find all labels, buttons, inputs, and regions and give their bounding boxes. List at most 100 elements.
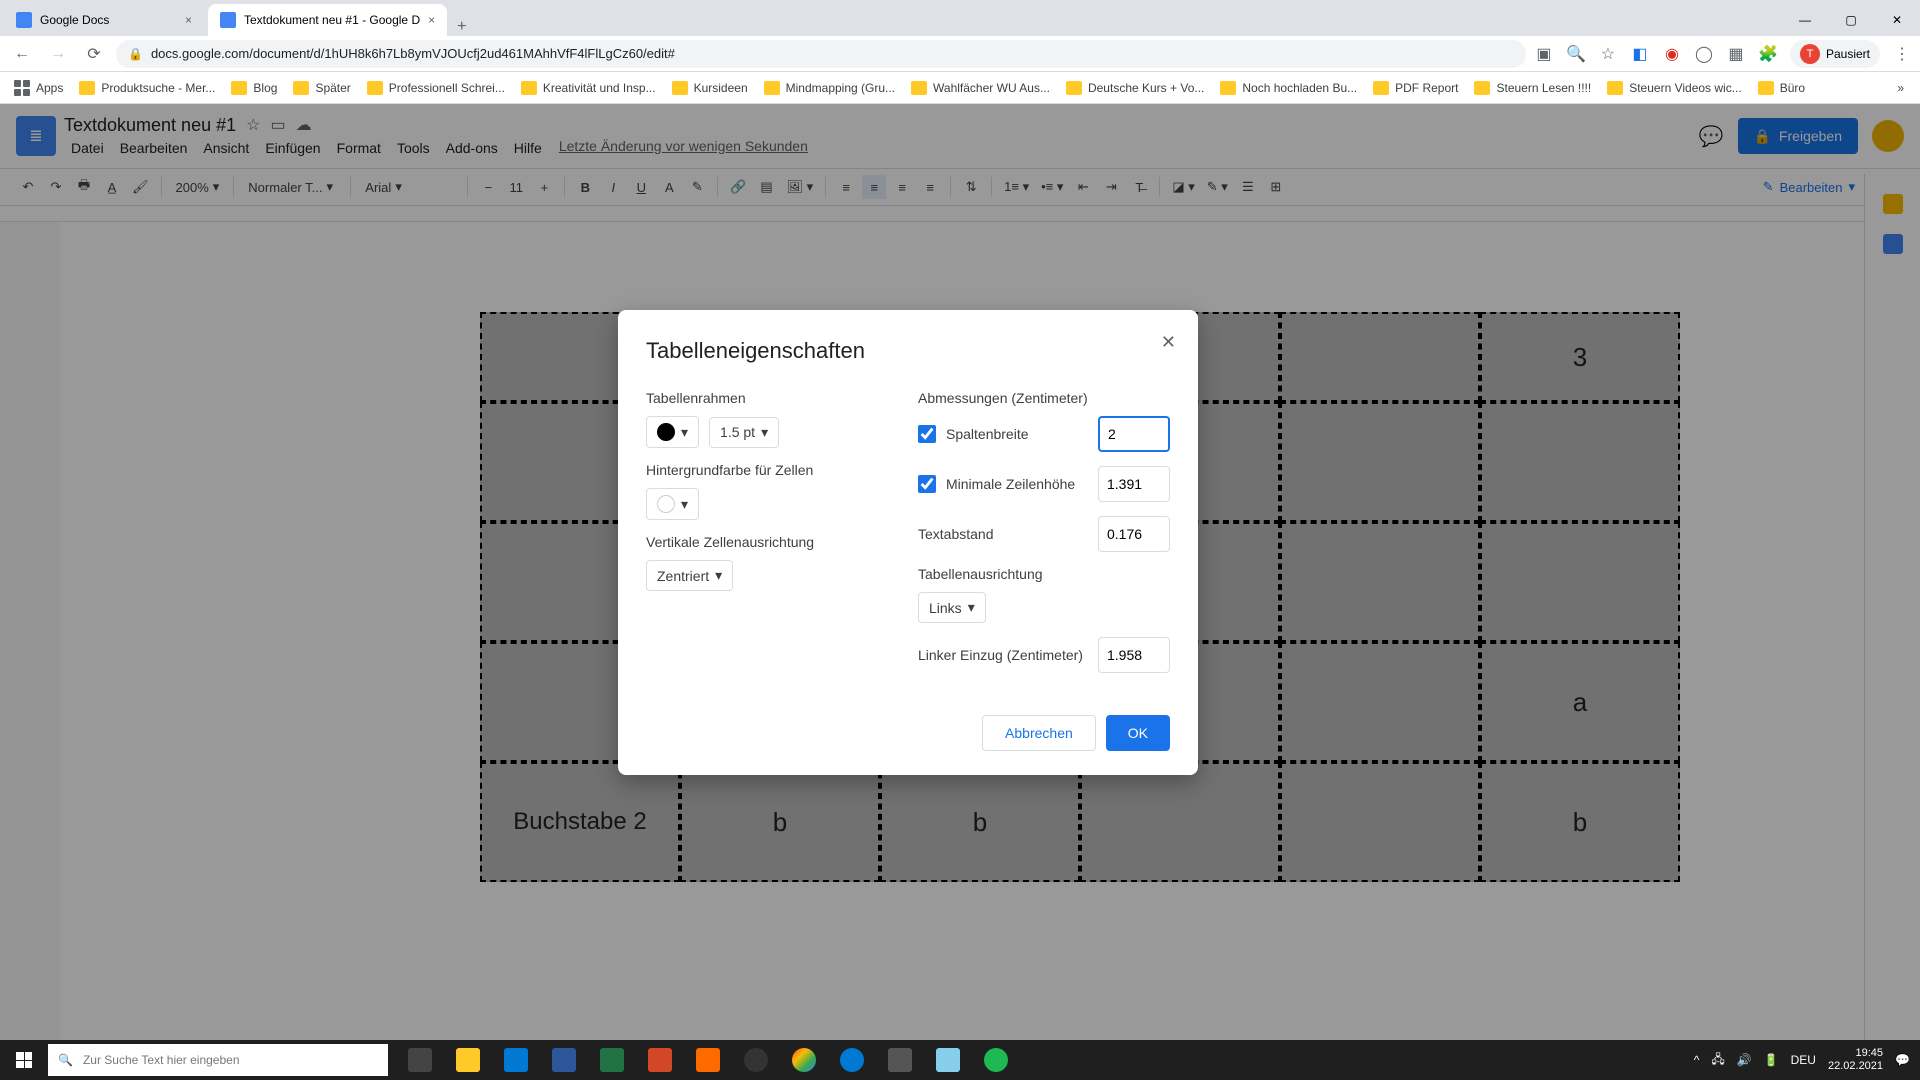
- tab-title: Textdokument neu #1 - Google D: [244, 13, 420, 27]
- bookmark[interactable]: Deutsche Kurs + Vo...: [1060, 77, 1210, 99]
- browser-tab-active[interactable]: Textdokument neu #1 - Google D ×: [208, 4, 447, 36]
- ok-button[interactable]: OK: [1106, 715, 1170, 751]
- close-icon[interactable]: ×: [185, 13, 192, 27]
- row-height-input[interactable]: [1098, 466, 1170, 502]
- valign-section-label: Vertikale Zellenausrichtung: [646, 534, 898, 550]
- url-text: docs.google.com/document/d/1hUH8k6h7Lb8y…: [151, 46, 675, 61]
- menu-icon[interactable]: ⋮: [1892, 44, 1912, 64]
- col-width-label: Spaltenbreite: [946, 426, 1029, 442]
- bookmark[interactable]: Professionell Schrei...: [361, 77, 511, 99]
- bookmark[interactable]: Noch hochladen Bu...: [1214, 77, 1363, 99]
- bookmark[interactable]: Blog: [225, 77, 283, 99]
- padding-label: Textabstand: [918, 526, 994, 542]
- docs-favicon: [16, 12, 32, 28]
- bg-color-select[interactable]: ▾: [646, 488, 699, 520]
- camera-icon[interactable]: ▣: [1534, 44, 1554, 64]
- obs-icon[interactable]: [732, 1040, 780, 1080]
- browser-tab[interactable]: Google Docs ×: [4, 4, 204, 36]
- bookmark[interactable]: Wahlfächer WU Aus...: [905, 77, 1056, 99]
- align-section-label: Tabellenausrichtung: [918, 566, 1170, 582]
- bookmark[interactable]: Steuern Lesen !!!!: [1468, 77, 1597, 99]
- bookmark[interactable]: Produktsuche - Mer...: [73, 77, 221, 99]
- app-icon[interactable]: [684, 1040, 732, 1080]
- taskbar-search[interactable]: 🔍 Zur Suche Text hier eingeben: [48, 1044, 388, 1076]
- bookmark[interactable]: Kursideen: [666, 77, 754, 99]
- row-height-checkbox[interactable]: [918, 475, 936, 493]
- bg-section-label: Hintergrundfarbe für Zellen: [646, 462, 898, 478]
- bookmark[interactable]: Kreativität und Insp...: [515, 77, 662, 99]
- folder-icon: [764, 81, 780, 95]
- bookmark[interactable]: Mindmapping (Gru...: [758, 77, 901, 99]
- table-align-select[interactable]: Links ▾: [918, 592, 986, 623]
- bookmark[interactable]: PDF Report: [1367, 77, 1464, 99]
- close-icon[interactable]: ✕: [1161, 332, 1176, 353]
- row-height-label: Minimale Zeilenhöhe: [946, 476, 1075, 492]
- tray-battery-icon[interactable]: 🔋: [1764, 1053, 1779, 1067]
- chrome-icon[interactable]: [780, 1040, 828, 1080]
- excel-icon[interactable]: [588, 1040, 636, 1080]
- folder-icon: [231, 81, 247, 95]
- zoom-icon[interactable]: 🔍: [1566, 44, 1586, 64]
- url-field[interactable]: 🔒 docs.google.com/document/d/1hUH8k6h7Lb…: [116, 40, 1526, 68]
- docs-favicon: [220, 12, 236, 28]
- tray-lang[interactable]: DEU: [1791, 1053, 1816, 1067]
- spotify-icon[interactable]: [972, 1040, 1020, 1080]
- folder-icon: [367, 81, 383, 95]
- tray-notifications-icon[interactable]: 💬: [1895, 1053, 1910, 1067]
- tray-clock[interactable]: 19:45 22.02.2021: [1828, 1047, 1883, 1073]
- valign-select[interactable]: Zentriert ▾: [646, 560, 733, 591]
- lock-icon: 🔒: [128, 47, 143, 61]
- apps-button[interactable]: Apps: [8, 76, 69, 100]
- extension-icon[interactable]: ◉: [1662, 44, 1682, 64]
- bookmark[interactable]: Später: [287, 77, 356, 99]
- tab-title: Google Docs: [40, 13, 109, 27]
- reload-button[interactable]: ⟳: [80, 40, 108, 68]
- extensions-button[interactable]: 🧩: [1758, 44, 1778, 64]
- color-swatch: [657, 423, 675, 441]
- star-icon[interactable]: ☆: [1598, 44, 1618, 64]
- mail-icon[interactable]: [492, 1040, 540, 1080]
- border-section-label: Tabellenrahmen: [646, 390, 898, 406]
- extension-icon[interactable]: ▦: [1726, 44, 1746, 64]
- border-color-select[interactable]: ▾: [646, 416, 699, 448]
- close-icon[interactable]: ×: [428, 13, 435, 27]
- start-button[interactable]: [0, 1040, 48, 1080]
- window-close-button[interactable]: ✕: [1874, 4, 1920, 36]
- dimensions-label: Abmessungen (Zentimeter): [918, 390, 1170, 406]
- indent-label: Linker Einzug (Zentimeter): [918, 647, 1083, 663]
- bookmark-overflow[interactable]: »: [1889, 81, 1912, 95]
- tray-speaker-icon[interactable]: 🔊: [1737, 1053, 1752, 1067]
- maximize-button[interactable]: ▢: [1828, 4, 1874, 36]
- border-width-select[interactable]: 1.5 pt ▾: [709, 417, 779, 448]
- cancel-button[interactable]: Abbrechen: [982, 715, 1096, 751]
- tray-network-icon[interactable]: 🖧: [1711, 1050, 1724, 1071]
- search-icon: 🔍: [58, 1053, 73, 1067]
- notepad-icon[interactable]: [924, 1040, 972, 1080]
- edge-icon[interactable]: [828, 1040, 876, 1080]
- task-view-icon[interactable]: [396, 1040, 444, 1080]
- new-tab-button[interactable]: +: [447, 18, 476, 36]
- extension-icon[interactable]: ◧: [1630, 44, 1650, 64]
- col-width-input[interactable]: [1098, 416, 1170, 452]
- word-icon[interactable]: [540, 1040, 588, 1080]
- indent-input[interactable]: [1098, 637, 1170, 673]
- folder-icon: [1758, 81, 1774, 95]
- tray-chevron-icon[interactable]: ^: [1694, 1053, 1700, 1067]
- padding-input[interactable]: [1098, 516, 1170, 552]
- taskbar: 🔍 Zur Suche Text hier eingeben ^ 🖧 🔊 🔋 D…: [0, 1040, 1920, 1080]
- powerpoint-icon[interactable]: [636, 1040, 684, 1080]
- bookmark[interactable]: Steuern Videos wic...: [1601, 77, 1748, 99]
- folder-icon: [1474, 81, 1490, 95]
- modal-title: Tabelleneigenschaften: [646, 338, 1170, 364]
- back-button[interactable]: ←: [8, 40, 36, 68]
- address-bar: ← → ⟳ 🔒 docs.google.com/document/d/1hUH8…: [0, 36, 1920, 72]
- extension-icon[interactable]: ◯: [1694, 44, 1714, 64]
- folder-icon: [911, 81, 927, 95]
- bookmark[interactable]: Büro: [1752, 77, 1811, 99]
- app-icon[interactable]: [876, 1040, 924, 1080]
- forward-button[interactable]: →: [44, 40, 72, 68]
- profile-status[interactable]: T Pausiert: [1790, 40, 1880, 68]
- col-width-checkbox[interactable]: [918, 425, 936, 443]
- explorer-icon[interactable]: [444, 1040, 492, 1080]
- minimize-button[interactable]: —: [1782, 4, 1828, 36]
